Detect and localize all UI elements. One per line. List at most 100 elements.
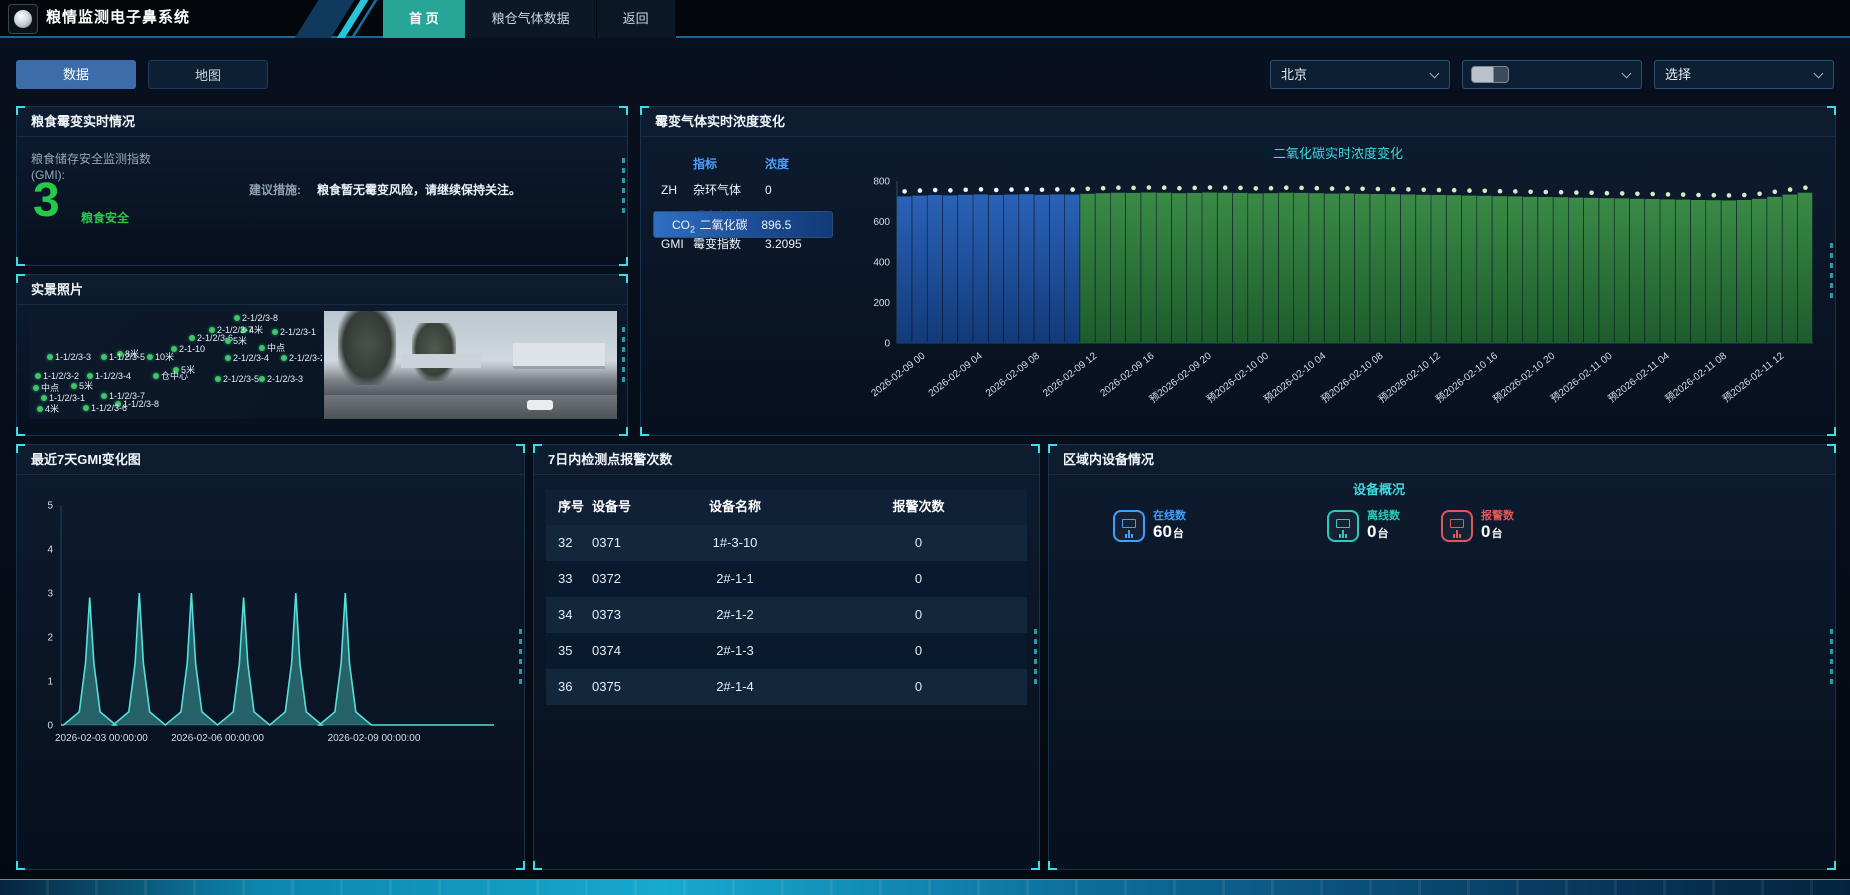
map-point[interactable]: 1-1/2/3-6 [83,403,127,413]
map-point-label: 1-1/2/3-5 [109,352,145,362]
panel-alarm-counts: 7日内检测点报警次数 序号 设备号 设备名称 报警次数 3203711#-3-1… [533,444,1040,870]
map-view-button[interactable]: 地图 [148,60,268,89]
map-point-dot [41,395,47,401]
map-point-dot [259,376,265,382]
corner-decoration [1048,444,1057,453]
corner-decoration [16,257,25,266]
table-row[interactable]: 3603752#-1-40 [546,669,1027,705]
map-point[interactable]: 2-1/2/3-1 [272,327,316,337]
corner-decoration [640,106,649,115]
mode-select[interactable] [1462,60,1642,89]
map-point-dot [225,355,231,361]
map-point-dot [71,383,77,389]
device-stat: 离线数0台 [1327,509,1400,542]
col-value: 浓度 [765,151,817,177]
tree-silhouette [338,311,396,385]
corner-decoration [516,444,525,453]
header-bar: 粮情监测电子鼻系统 首 页 粮仓气体数据 返回 [0,0,1850,38]
corner-decoration [16,274,25,283]
corner-decoration [619,257,628,266]
panel-title: 霉变气体实时浓度变化 [641,107,1835,137]
warehouse-map[interactable]: 2-1/2/3-84米2-1/2/3-72-1/2/3-12-1/2/3-65米… [29,311,322,419]
map-point-label: 5米 [79,379,93,392]
building-silhouette [513,343,605,369]
svg-text:预2026-02-10 00: 预2026-02-10 00 [1204,350,1271,406]
corner-decoration [619,106,628,115]
map-point-dot [234,315,240,321]
map-point-label: 2-1/2/3-8 [242,313,278,323]
map-point-label: 2-1-10 [179,344,205,354]
co2-chart-title: 二氧化碳实时浓度变化 [851,143,1825,162]
app-logo [8,4,38,34]
edge-dash-decoration [1830,243,1833,299]
svg-text:预2026-02-10 08: 预2026-02-10 08 [1319,350,1386,406]
corner-decoration [1048,861,1057,870]
device-overview-subtitle: 设备概况 [1049,479,1709,498]
map-point-label: 仓中心 [161,369,188,382]
tab-back[interactable]: 返回 [597,0,676,38]
corner-decoration [16,444,25,453]
svg-text:600: 600 [873,217,890,228]
svg-text:2026-02-09 08: 2026-02-09 08 [984,350,1042,399]
panel-live-photo: 实景照片 2-1/2/3-84米2-1/2/3-72-1/2/3-12-1/2/… [16,274,628,436]
map-point[interactable]: 2-1/2/3-5 [215,374,259,384]
map-point-dot [101,393,107,399]
region-select[interactable]: 北京 [1270,60,1450,89]
gas-table-row[interactable]: ZH杂环气体0 [653,177,821,204]
table-row[interactable]: 3503742#-1-30 [546,633,1027,669]
co2-chart[interactable]: 02004006008002026-02-09 002026-02-09 042… [851,165,1825,438]
corner-decoration [619,427,628,436]
corner-decoration [533,861,542,870]
map-point[interactable]: 2-1-10 [171,344,205,354]
map-point-dot [101,354,107,360]
gas-indicator-table: 指标 浓度 CO2二氧化碳896.5ZH杂环气体0CL醛类气体0GMI霉变指数3… [653,151,821,258]
alarm-table-rows: 3203711#-3-1003303722#-1-103403732#-1-20… [546,525,1027,705]
svg-text:2026-02-09 00:00:00: 2026-02-09 00:00:00 [328,733,421,744]
tab-gas-data[interactable]: 粮仓气体数据 [466,0,597,38]
map-point[interactable]: 2-1/2/3-2 [281,353,322,363]
device-stat: 报警数0台 [1441,509,1514,542]
svg-text:2026-02-06 00:00:00: 2026-02-06 00:00:00 [171,733,264,744]
data-view-button[interactable]: 数据 [16,60,136,89]
corner-decoration [640,427,649,436]
gmi-index-value: 3 [33,173,60,228]
map-point-label: 2-1/2/3-3 [267,374,303,384]
alarm-table-header: 序号 设备号 设备名称 报警次数 [546,489,1027,525]
edge-dash-decoration [622,158,625,214]
table-row[interactable]: 3203711#-3-100 [546,525,1027,561]
map-point[interactable]: 1-1/2/3-5 [101,352,145,362]
choose-select[interactable]: 选择 [1654,60,1834,89]
svg-text:0: 0 [47,721,53,732]
map-point[interactable]: 5米 [71,379,93,392]
svg-text:0: 0 [884,339,890,350]
map-point[interactable]: 1-1/2/3-3 [47,352,91,362]
co2-chart-area[interactable]: 二氧化碳实时浓度变化 02004006008002026-02-09 00202… [851,143,1825,433]
tab-home[interactable]: 首 页 [383,0,466,38]
panel-title: 最近7天GMI变化图 [17,445,524,475]
gas-table-row[interactable]: CO2二氧化碳896.5 [653,211,833,238]
device-monitor-icon [1113,510,1145,542]
edge-dash-decoration [622,327,625,383]
map-point-dot [35,373,41,379]
gmi-area-chart-svg: 0123452026-02-03 00:00:002026-02-06 00:0… [25,489,520,751]
map-point-dot [33,385,39,391]
map-point[interactable]: 4米 [37,402,59,415]
svg-text:2026-02-09 00: 2026-02-09 00 [869,350,927,399]
table-row[interactable]: 3303722#-1-10 [546,561,1027,597]
gmi-chart[interactable]: 0123452026-02-03 00:00:002026-02-06 00:0… [25,489,520,751]
map-point-dot [37,406,43,412]
map-point[interactable]: 5米 [225,334,247,347]
map-point[interactable]: 2-1/2/3-8 [234,313,278,323]
map-point[interactable]: 仓中心 [153,369,188,382]
co2-bar-chart-svg: 02004006008002026-02-09 002026-02-09 042… [851,165,1825,433]
map-point[interactable]: 2-1/2/3-4 [225,353,269,363]
map-point[interactable]: 2-1/2/3-3 [259,374,303,384]
corner-decoration [16,861,25,870]
map-point-label: 1-1/2/3-8 [123,399,159,409]
table-row[interactable]: 3403732#-1-20 [546,597,1027,633]
device-monitor-icon [1441,510,1473,542]
map-point[interactable]: 10米 [147,350,174,363]
choose-select-value: 选择 [1665,67,1691,82]
map-point[interactable]: 1-1/2/3-4 [87,371,131,381]
device-monitor-icon [1327,510,1359,542]
